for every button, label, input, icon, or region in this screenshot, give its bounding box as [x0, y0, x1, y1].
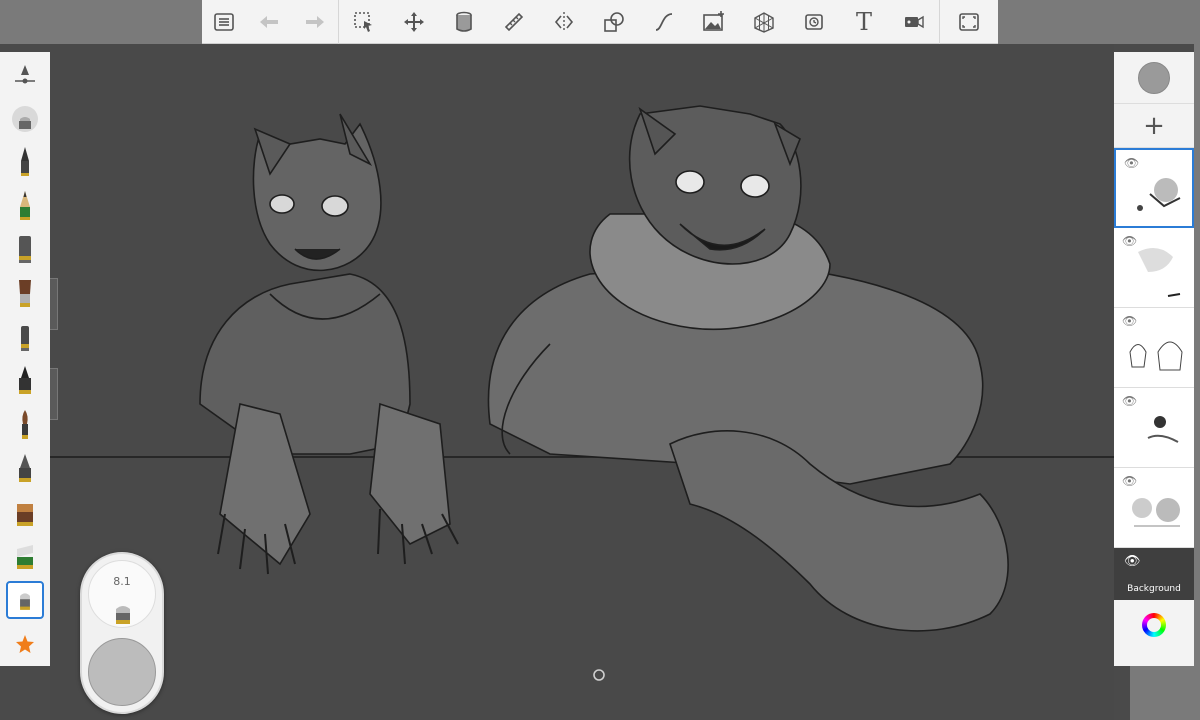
- layer-preview: [1132, 498, 1180, 527]
- ruler-icon[interactable]: [489, 0, 539, 44]
- selected-brush-icon[interactable]: [0, 578, 50, 622]
- undo-icon[interactable]: [246, 0, 292, 44]
- layer-thumbnail[interactable]: 👁: [1114, 308, 1194, 388]
- redo-icon[interactable]: [292, 0, 338, 44]
- current-color-swatch[interactable]: [1138, 61, 1170, 94]
- puck-opacity-control[interactable]: [88, 638, 156, 706]
- brush-properties-icon[interactable]: [0, 52, 50, 96]
- left-creature-sketch: [199, 113, 459, 575]
- layer-thumbnail[interactable]: 👁: [1114, 228, 1194, 308]
- layer-panel: + 👁 👁 👁 👁 👁 👁 Background: [1114, 52, 1194, 666]
- ink-pen-icon[interactable]: [0, 447, 50, 491]
- selection-icon[interactable]: [339, 0, 389, 44]
- add-layer-button[interactable]: +: [1114, 104, 1194, 148]
- top-strip-right: [998, 0, 1200, 44]
- sharp-pencil-icon[interactable]: [0, 184, 50, 228]
- fullscreen-icon[interactable]: [940, 0, 998, 44]
- marker-icon[interactable]: [0, 227, 50, 271]
- transform-icon[interactable]: [389, 0, 439, 44]
- brush-puck[interactable]: 8.1: [80, 552, 164, 714]
- plus-icon: +: [1143, 110, 1165, 141]
- symmetry-icon[interactable]: [539, 0, 589, 44]
- right-gutter: [1194, 44, 1200, 720]
- layers-list-icon[interactable]: [202, 0, 246, 44]
- puck-brush-icon: [116, 606, 130, 624]
- soft-airbrush-icon[interactable]: [0, 96, 50, 140]
- top-strip-left: [0, 0, 202, 44]
- pencil-icon[interactable]: [0, 140, 50, 184]
- layer-thumbnail[interactable]: 👁: [1114, 148, 1194, 228]
- color-wheel-icon[interactable]: [1142, 613, 1166, 637]
- eraser-block-icon[interactable]: [0, 534, 50, 578]
- record-icon[interactable]: [889, 0, 939, 44]
- right-strip: [1130, 666, 1194, 720]
- curve-icon[interactable]: [639, 0, 689, 44]
- perspective-icon[interactable]: [739, 0, 789, 44]
- time-lapse-icon[interactable]: [789, 0, 839, 44]
- current-color-row: [1114, 52, 1194, 104]
- paint-brush-icon[interactable]: [0, 271, 50, 315]
- text-icon[interactable]: T: [839, 0, 889, 44]
- eye-icon[interactable]: 👁: [1124, 554, 1141, 569]
- felt-pen-icon[interactable]: [0, 359, 50, 403]
- top-toolbar: T: [202, 0, 998, 44]
- layer-preview: [1147, 416, 1179, 443]
- image-icon[interactable]: [689, 0, 739, 44]
- ballpoint-icon[interactable]: [0, 315, 50, 359]
- color-wheel-row: [1114, 600, 1194, 650]
- layer-thumbnail[interactable]: 👁: [1114, 468, 1194, 548]
- brush-panel-tab-upper[interactable]: [50, 278, 58, 330]
- layer-preview: [1137, 178, 1181, 211]
- right-creature-sketch: [487, 105, 1009, 632]
- background-layer-label: Background: [1127, 584, 1181, 594]
- drawing-canvas[interactable]: [50, 44, 1114, 720]
- shapes-icon[interactable]: [589, 0, 639, 44]
- background-layer[interactable]: 👁 Background: [1114, 548, 1194, 600]
- brush-panel-tab-lower[interactable]: [50, 368, 58, 420]
- fill-icon[interactable]: [439, 0, 489, 44]
- layer-thumbnail[interactable]: 👁: [1114, 388, 1194, 468]
- canvas-rotate-icon: [593, 669, 605, 681]
- brush-size-value: 8.1: [113, 575, 131, 588]
- smudge-icon[interactable]: [0, 491, 50, 535]
- brush-library-panel: [0, 52, 50, 666]
- layer-preview: [1129, 341, 1183, 371]
- layer-preview: [1138, 248, 1181, 297]
- text-glyph: T: [855, 7, 872, 36]
- favorites-star-icon[interactable]: [0, 622, 50, 666]
- flat-brush-icon[interactable]: [0, 403, 50, 447]
- puck-size-control[interactable]: 8.1: [88, 560, 156, 628]
- artwork: [50, 105, 1114, 681]
